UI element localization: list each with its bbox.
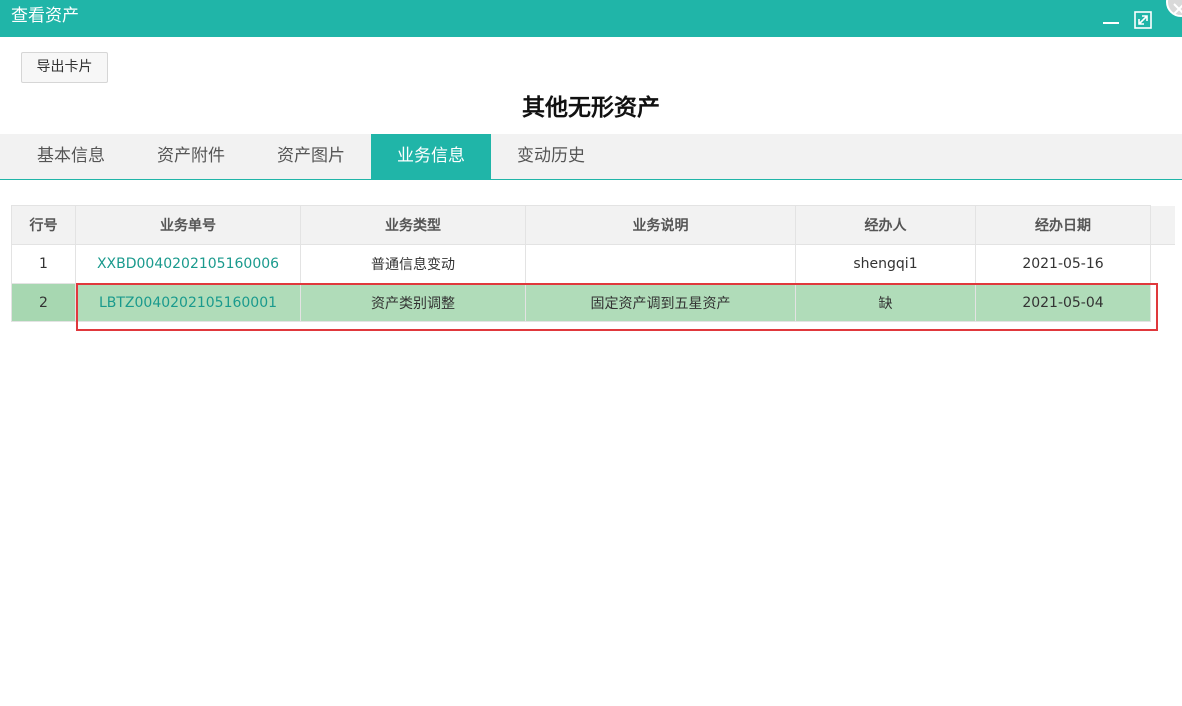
maximize-icon[interactable] (1133, 10, 1153, 30)
tab-bar: 基本信息 资产附件 资产图片 业务信息 变动历史 (0, 134, 1182, 180)
tab-asset-attachments[interactable]: 资产附件 (131, 134, 251, 179)
minimize-icon[interactable] (1101, 10, 1121, 30)
cell-handler: shengqi1 (795, 244, 976, 284)
table-row[interactable]: 1 XXBD0040202105160006 普通信息变动 shengqi1 2… (11, 244, 1175, 284)
row-pad (1150, 244, 1175, 284)
column-header-date[interactable]: 经办日期 (975, 205, 1151, 245)
cell-row-no: 1 (11, 244, 76, 284)
window-titlebar: 查看资产 (0, 0, 1182, 37)
cell-desc: 固定资产调到五星资产 (525, 283, 796, 322)
window-title: 查看资产 (11, 6, 79, 26)
tab-business-info[interactable]: 业务信息 (371, 134, 491, 179)
table-header-row: 行号 业务单号 业务类型 业务说明 经办人 经办日期 (11, 205, 1175, 245)
export-card-button[interactable]: 导出卡片 (21, 52, 108, 83)
tab-basic-info[interactable]: 基本信息 (11, 134, 131, 179)
column-header-doc-no[interactable]: 业务单号 (75, 205, 301, 245)
table-row-selected[interactable]: 2 LBTZ0040202105160001 资产类别调整 固定资产调到五星资产… (11, 283, 1175, 322)
business-info-table: 行号 业务单号 业务类型 业务说明 经办人 经办日期 1 XXBD0040202… (11, 205, 1175, 322)
cell-desc (525, 244, 796, 284)
cell-doc-no-link[interactable]: LBTZ0040202105160001 (75, 283, 301, 322)
header-scroll-pad (1150, 205, 1175, 245)
close-icon[interactable] (1166, 0, 1182, 17)
cell-type: 普通信息变动 (300, 244, 526, 284)
column-header-desc[interactable]: 业务说明 (525, 205, 796, 245)
cell-date: 2021-05-16 (975, 244, 1151, 284)
cell-doc-no-link[interactable]: XXBD0040202105160006 (75, 244, 301, 284)
column-header-row-no[interactable]: 行号 (11, 205, 76, 245)
cell-row-no: 2 (11, 283, 76, 322)
tab-change-history[interactable]: 变动历史 (491, 134, 611, 179)
page-title: 其他无形资产 (522, 95, 660, 121)
column-header-type[interactable]: 业务类型 (300, 205, 526, 245)
cell-date: 2021-05-04 (975, 283, 1151, 322)
row-pad (1150, 283, 1175, 322)
tab-asset-images[interactable]: 资产图片 (251, 134, 371, 179)
cell-type: 资产类别调整 (300, 283, 526, 322)
column-header-handler[interactable]: 经办人 (795, 205, 976, 245)
cell-handler: 缺 (795, 283, 976, 322)
